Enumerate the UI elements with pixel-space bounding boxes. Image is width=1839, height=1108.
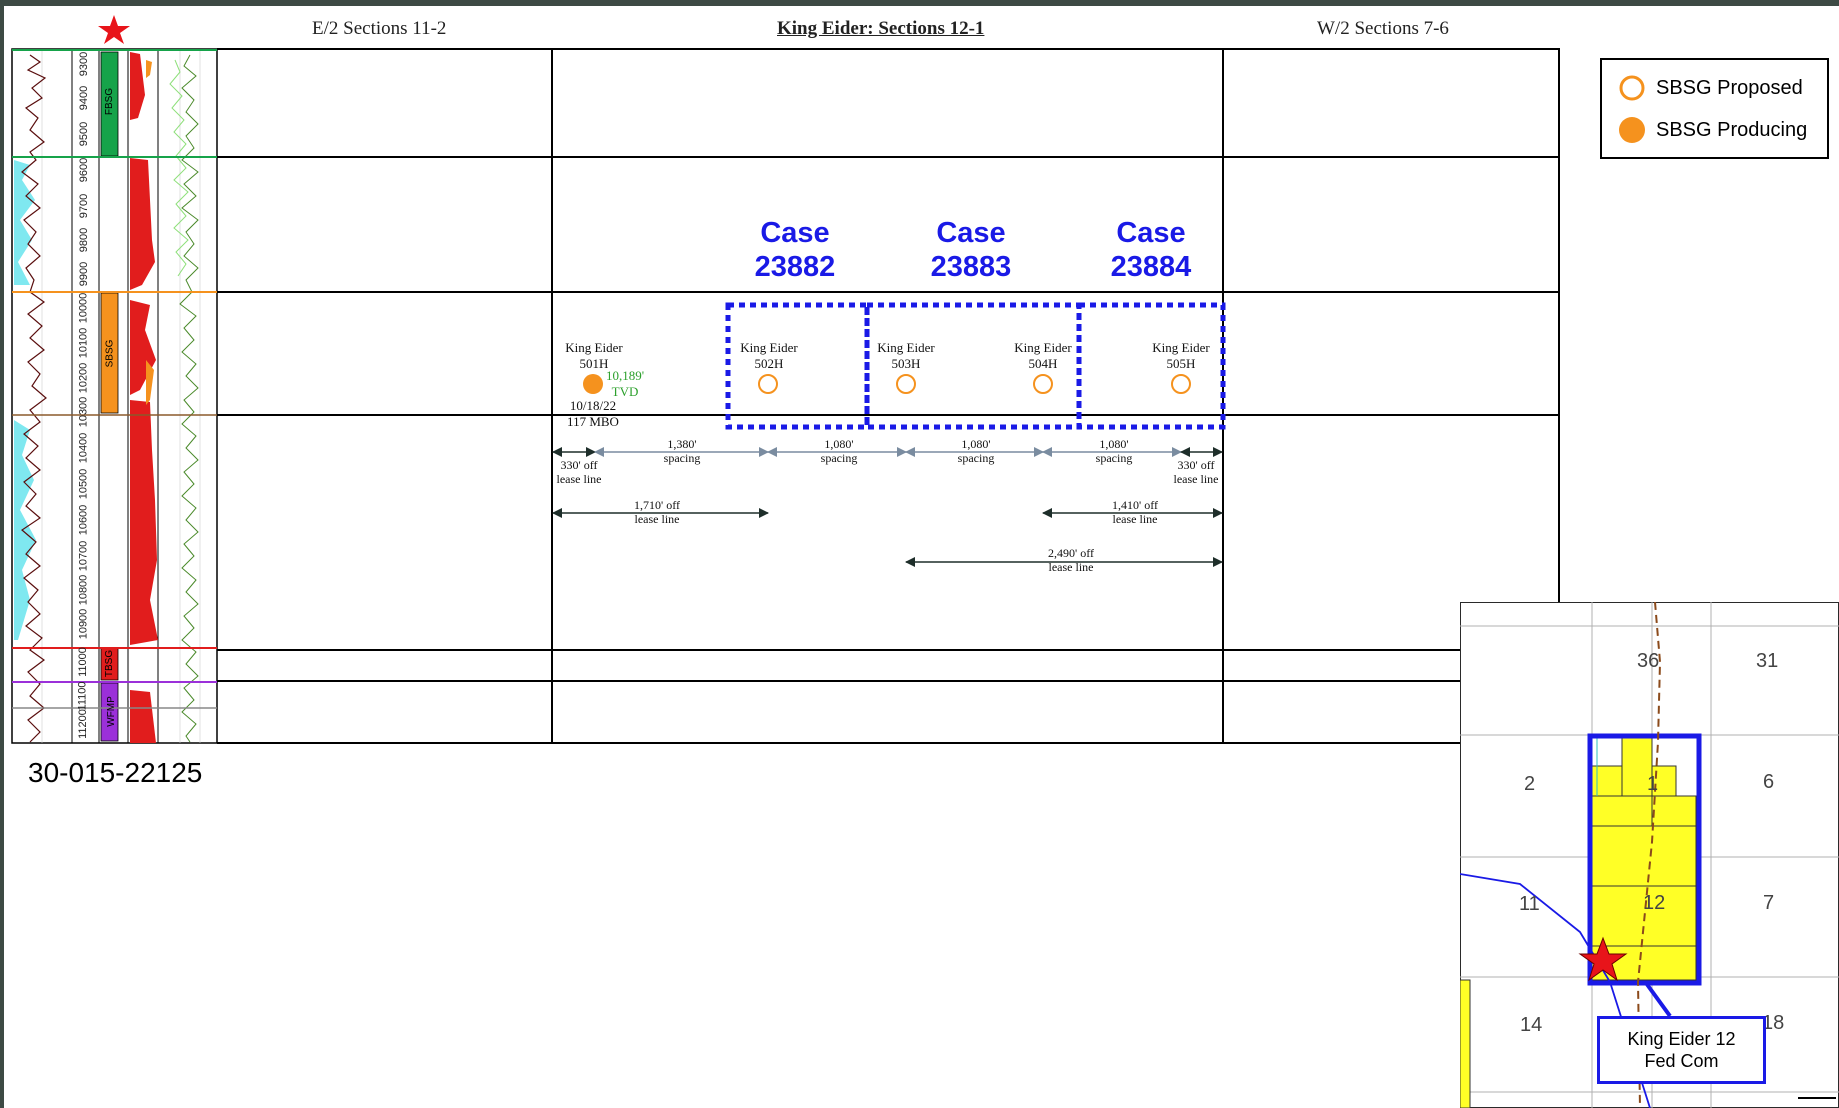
depth-10300: 10300 <box>77 396 90 428</box>
depth-9600: 9600 <box>78 157 91 183</box>
section-11: 11 <box>1519 893 1540 915</box>
section-12: 12 <box>1643 892 1666 914</box>
depth-9900: 9900 <box>78 261 91 287</box>
well-504h-marker <box>1033 374 1053 394</box>
depth-9400: 9400 <box>78 85 91 111</box>
well-503h-label: King Eider 503H <box>877 340 935 371</box>
dim-spacing-1080-b: 1,080' spacing <box>957 437 995 465</box>
depth-10800: 10800 <box>77 574 90 606</box>
depth-10600: 10600 <box>77 504 90 536</box>
section-6: 6 <box>1763 771 1775 793</box>
dim-2490: 2,490' off lease line <box>1048 546 1094 574</box>
depth-11200: 11200 <box>76 709 89 739</box>
api-number: 30-015-22125 <box>28 757 203 788</box>
well-502h-marker <box>758 374 778 394</box>
depth-11000: 11000 <box>76 647 89 677</box>
dim-1410: 1,410' off lease line <box>1112 498 1158 526</box>
legend: SBSG Proposed SBSG Producing <box>1600 58 1829 159</box>
proposed-circle-icon <box>1619 75 1645 101</box>
cross-section-grid <box>217 48 1560 744</box>
depth-9800: 9800 <box>78 227 91 253</box>
case-23883-label: Case 23883 <box>930 217 1012 283</box>
depth-11100: 11100 <box>76 681 89 711</box>
depth-10400: 10400 <box>77 432 90 464</box>
case-23884-label: Case 23884 <box>1110 217 1192 283</box>
depth-9500: 9500 <box>78 121 91 147</box>
dim-spacing-1080-c: 1,080' spacing <box>1095 437 1133 465</box>
depth-10900: 10900 <box>77 608 90 640</box>
section-14: 14 <box>1520 1014 1543 1036</box>
depth-10700: 10700 <box>77 540 90 572</box>
dim-spacing-1080-a: 1,080' spacing <box>820 437 858 465</box>
legend-proposed: SBSG Proposed <box>1618 74 1803 102</box>
section-31: 31 <box>1756 650 1779 672</box>
depth-10100: 10100 <box>77 327 90 359</box>
well-502h-label: King Eider 502H <box>740 340 798 371</box>
section-7: 7 <box>1763 892 1775 914</box>
section-1: 1 <box>1647 773 1659 795</box>
well-501h-tvd: 10,189' TVD <box>605 368 645 399</box>
section-36: 36 <box>1637 650 1660 672</box>
map-unit-label: King Eider 12 Fed Com <box>1597 1016 1766 1084</box>
formation-label-wfmp: WFMP <box>105 696 117 727</box>
depth-10000: 10000 <box>77 292 90 324</box>
section-2: 2 <box>1524 773 1536 795</box>
dim-330-left: 330' off lease line <box>556 458 602 486</box>
depth-9300: 9300 <box>78 51 91 77</box>
depth-10200: 10200 <box>77 362 90 394</box>
case-23882-label: Case 23882 <box>754 217 836 283</box>
well-501h-production: 10/18/22 117 MBO <box>567 398 619 429</box>
well-503h-marker <box>896 374 916 394</box>
formation-label-sbsg: SBSG <box>104 339 116 368</box>
depth-9700: 9700 <box>78 193 91 219</box>
dim-1710: 1,710' off lease line <box>634 498 680 526</box>
formation-label-fbsg: FBSG <box>104 87 116 116</box>
well-505h-marker <box>1171 374 1191 394</box>
formation-label-tbsg: TBSG <box>104 649 116 678</box>
dim-330-right: 330' off lease line <box>1173 458 1219 486</box>
producing-circle-icon <box>1619 117 1645 143</box>
well-log-panel <box>11 48 218 744</box>
depth-10500: 10500 <box>77 468 90 500</box>
well-505h-label: King Eider 505H <box>1152 340 1210 371</box>
dim-spacing-1380: 1,380' spacing <box>663 437 701 465</box>
well-star-icon <box>98 15 130 44</box>
legend-producing: SBSG Producing <box>1618 116 1807 144</box>
well-504h-label: King Eider 504H <box>1014 340 1072 371</box>
